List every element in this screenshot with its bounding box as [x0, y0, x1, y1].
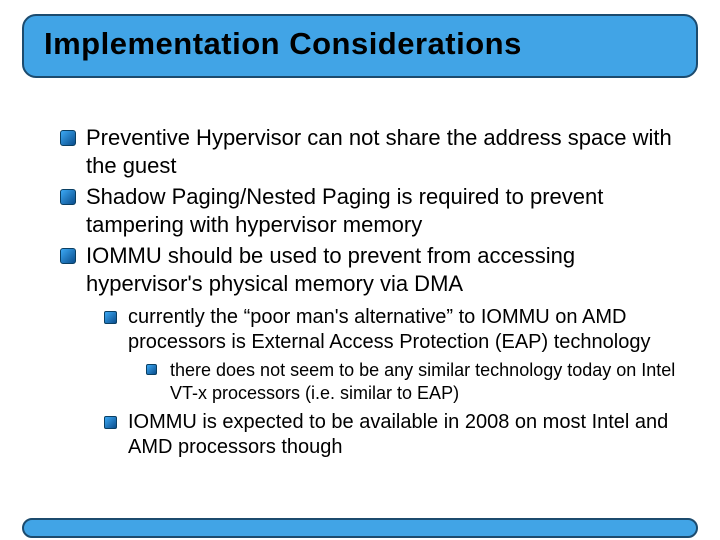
footer-bar — [22, 518, 698, 538]
list-item: Preventive Hypervisor can not share the … — [60, 124, 680, 179]
list-item: there does not seem to be any similar te… — [146, 359, 680, 404]
bullet-text: Preventive Hypervisor can not share the … — [86, 125, 672, 178]
slide: Implementation Considerations Preventive… — [0, 14, 720, 540]
bullet-list: Preventive Hypervisor can not share the … — [60, 124, 680, 460]
list-item: IOMMU is expected to be available in 200… — [104, 410, 680, 460]
slide-title: Implementation Considerations — [44, 26, 676, 62]
bullet-list-nested: currently the “poor man's alternative” t… — [86, 305, 680, 460]
bullet-list-nested: there does not seem to be any similar te… — [128, 359, 680, 404]
slide-content: Preventive Hypervisor can not share the … — [60, 124, 680, 460]
list-item: IOMMU should be used to prevent from acc… — [60, 242, 680, 460]
list-item: currently the “poor man's alternative” t… — [104, 305, 680, 404]
bullet-text: there does not seem to be any similar te… — [170, 360, 675, 403]
bullet-text: IOMMU should be used to prevent from acc… — [86, 243, 575, 296]
bullet-text: IOMMU is expected to be available in 200… — [128, 411, 668, 458]
bullet-text: currently the “poor man's alternative” t… — [128, 306, 650, 353]
title-bar: Implementation Considerations — [22, 14, 698, 78]
bullet-text: Shadow Paging/Nested Paging is required … — [86, 184, 603, 237]
list-item: Shadow Paging/Nested Paging is required … — [60, 183, 680, 238]
